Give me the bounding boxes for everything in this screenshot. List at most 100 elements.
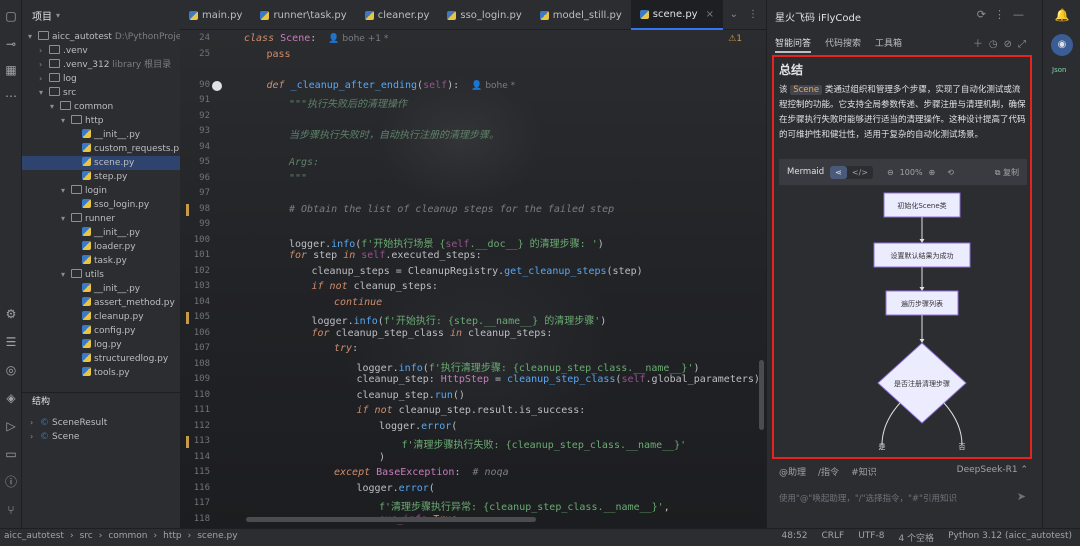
zoom-out-icon[interactable]: ⊖	[887, 168, 894, 177]
assistant-tab[interactable]: 工具箱	[875, 36, 902, 53]
tree-item[interactable]: custom_requests.p	[22, 142, 180, 156]
terminal-icon[interactable]: ▭	[3, 446, 19, 462]
problems-icon[interactable]: ⓘ	[3, 474, 19, 490]
todo-icon[interactable]: ☰	[3, 334, 19, 350]
tree-item[interactable]: › .venv_312 library 根目录	[22, 58, 180, 72]
vertical-scrollbar[interactable]	[759, 360, 764, 430]
chevron-right-icon[interactable]: ›	[30, 416, 40, 430]
chat-shortcut[interactable]: #知识	[851, 465, 877, 478]
git-icon[interactable]: ⑂	[3, 502, 19, 518]
chevron-right-icon[interactable]: ›	[39, 72, 49, 86]
tree-item[interactable]: cleanup.py	[22, 310, 180, 324]
code-line: cleanup_steps = CleanupRegistry.get_clea…	[311, 265, 643, 277]
tree-item[interactable]: › log	[22, 72, 180, 86]
tree-item[interactable]: step.py	[22, 170, 180, 184]
project-title[interactable]: 项目	[32, 8, 52, 23]
chat-shortcut[interactable]: /指令	[818, 465, 839, 478]
layers-icon[interactable]: ◈	[3, 390, 19, 406]
project-icon[interactable]: ▢	[3, 8, 19, 24]
plugin-icon[interactable]: ⚙	[3, 306, 19, 322]
line-ending[interactable]: CRLF	[821, 531, 844, 544]
breadcrumb-item[interactable]: aicc_autotest	[4, 531, 64, 541]
editor-tab[interactable]: runner\task.py	[251, 0, 355, 30]
code-view-icon[interactable]: </>	[847, 166, 873, 179]
line-number: 115	[193, 467, 210, 477]
indent-setting[interactable]: 4 个空格	[898, 531, 934, 544]
tree-item[interactable]: __init__.py	[22, 226, 180, 240]
assistant-tab[interactable]: 智能问答	[775, 36, 812, 53]
breadcrumb-item[interactable]: src	[80, 531, 93, 541]
python-packages-icon[interactable]: ◎	[3, 362, 19, 378]
editor-tab[interactable]: model_still.py	[531, 0, 631, 30]
tree-item[interactable]: ▾ aicc_autotest D:\PythonProject	[22, 30, 180, 44]
chevron-down-icon[interactable]: ▾	[56, 11, 60, 20]
chat-input[interactable]: 使用"@"唤起助理，"/"选择指令，"#"引用知识	[779, 492, 957, 504]
chevron-down-icon[interactable]: ▾	[61, 268, 71, 282]
tabs-dropdown-icon[interactable]: ⌄	[730, 9, 738, 20]
tree-item[interactable]: ▾ runner	[22, 212, 180, 226]
line-number: 100	[193, 234, 210, 245]
reset-icon[interactable]: ⟲	[947, 168, 954, 177]
chevron-down-icon[interactable]: ▾	[28, 30, 38, 44]
chevron-right-icon[interactable]: ›	[39, 44, 49, 58]
tree-item[interactable]: ▾ common	[22, 100, 180, 114]
tree-item[interactable]: task.py	[22, 254, 180, 268]
zoom-in-icon[interactable]: ⊕	[929, 168, 936, 177]
json-label[interactable]: Json	[1052, 66, 1066, 74]
close-icon[interactable]: ×	[706, 9, 714, 20]
encoding[interactable]: UTF-8	[858, 531, 884, 544]
tree-item[interactable]: __init__.py	[22, 282, 180, 296]
horizontal-scrollbar[interactable]	[246, 517, 536, 522]
model-selector[interactable]: DeepSeek-R1 ⌃	[957, 465, 1028, 475]
editor-tab[interactable]: cleaner.py	[356, 0, 439, 30]
chat-shortcut[interactable]: @助理	[779, 465, 806, 478]
chevron-down-icon[interactable]: ▾	[39, 86, 49, 100]
tree-item[interactable]: config.py	[22, 324, 180, 338]
notifications-icon[interactable]: 🔔	[1053, 6, 1071, 24]
chevron-right-icon[interactable]: ›	[39, 58, 49, 72]
more-icon[interactable]: ⋯	[3, 88, 19, 104]
tree-item[interactable]: assert_method.py	[22, 296, 180, 310]
tree-item[interactable]: loader.py	[22, 240, 180, 254]
tree-item[interactable]: ▾ login	[22, 184, 180, 198]
tree-item[interactable]: ▾ src	[22, 86, 180, 100]
tree-item[interactable]: log.py	[22, 338, 180, 352]
editor-tab[interactable]: scene.py ×	[630, 0, 723, 30]
tree-item[interactable]: structuredlog.py	[22, 352, 180, 366]
chevron-down-icon[interactable]: ▾	[61, 212, 71, 226]
chevron-down-icon[interactable]: ▾	[61, 184, 71, 198]
cursor-position[interactable]: 48:52	[782, 531, 808, 544]
tree-item[interactable]: ▾ utils	[22, 268, 180, 282]
diagram-view-icon[interactable]: ⋖	[830, 165, 847, 179]
structure-icon[interactable]: ▦	[3, 62, 19, 78]
structure-item[interactable]: › © SceneResult	[22, 416, 107, 430]
tree-item[interactable]: scene.py	[22, 156, 180, 170]
chevron-right-icon[interactable]: ›	[30, 430, 40, 444]
structure-item[interactable]: › © Scene	[22, 430, 79, 444]
warning-indicator[interactable]: ⚠1	[728, 34, 742, 44]
tree-item[interactable]: __init__.py	[22, 128, 180, 142]
editor-tab[interactable]: sso_login.py	[438, 0, 530, 30]
tree-item[interactable]: › .venv	[22, 44, 180, 58]
assistant-avatar[interactable]: ◉	[1051, 34, 1073, 56]
copy-button[interactable]: ⧉ 复制	[995, 167, 1019, 178]
chevron-down-icon[interactable]: ▾	[61, 114, 71, 128]
run-icon[interactable]: ▷	[3, 418, 19, 434]
code-editor[interactable]: ⚠1 24 class Scene: 👤 bohe +1 * 25 pass 90 def…	[180, 30, 766, 528]
commit-icon[interactable]: ⊸	[3, 36, 19, 52]
more-tabs-icon[interactable]: ⋮	[748, 9, 758, 20]
assistant-tab-actions[interactable]: ＋◷⊘⤢	[973, 35, 1032, 50]
assistant-tab[interactable]: 代码搜索	[825, 36, 861, 53]
editor-tab[interactable]: main.py	[180, 0, 251, 30]
breadcrumb-item[interactable]: http	[163, 531, 181, 541]
breadcrumb-item[interactable]: common	[108, 531, 147, 541]
tree-item[interactable]: sso_login.py	[22, 198, 180, 212]
tree-item[interactable]: ▾ http	[22, 114, 180, 128]
line-number: 109	[193, 374, 210, 384]
breadcrumb-item[interactable]: scene.py	[197, 531, 237, 541]
interpreter[interactable]: Python 3.12 (aicc_autotest)	[948, 531, 1072, 544]
assistant-title-actions[interactable]: ⟳⋮—	[977, 8, 1032, 21]
tree-item[interactable]: tools.py	[22, 366, 180, 380]
chevron-down-icon[interactable]: ▾	[50, 100, 60, 114]
send-icon[interactable]: ➤	[1017, 490, 1026, 503]
